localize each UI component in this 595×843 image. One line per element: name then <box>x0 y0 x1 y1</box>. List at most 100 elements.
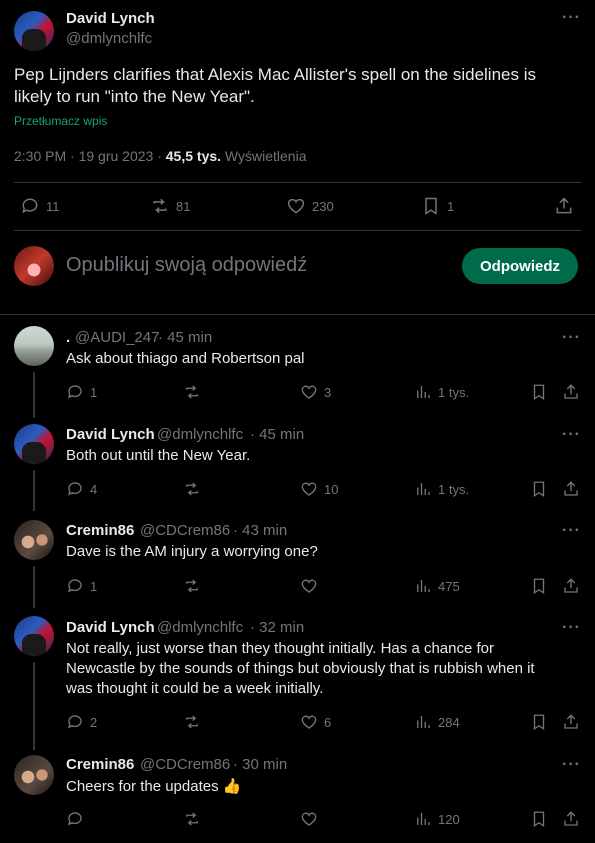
post-time[interactable]: · 45 min <box>250 426 304 443</box>
like-button[interactable] <box>300 577 324 595</box>
reply-button[interactable]: 2 <box>66 713 97 731</box>
bookmark-button[interactable] <box>530 810 548 828</box>
heart-icon <box>301 579 317 593</box>
reply-count: 2 <box>90 714 98 730</box>
views-count: 1 tys. <box>438 384 470 400</box>
avatar[interactable] <box>14 755 54 795</box>
views-icon <box>417 813 430 825</box>
like-count: 3 <box>324 384 332 400</box>
divider <box>14 230 581 231</box>
bookmark-button[interactable] <box>530 480 548 498</box>
views-button[interactable]: 475 <box>414 577 460 595</box>
repost-icon <box>186 482 198 496</box>
reply-input[interactable]: Opublikuj swoją odpowiedź <box>66 254 307 277</box>
share-button[interactable] <box>562 810 580 828</box>
avatar[interactable] <box>14 616 54 656</box>
bookmark-icon <box>425 197 437 215</box>
reply-icon <box>67 579 82 593</box>
reply-text: Ask about thiago and Robertson pal <box>66 350 305 367</box>
heart-icon <box>301 482 317 496</box>
reply-count: 1 <box>90 384 98 400</box>
more-options-icon[interactable]: ··· <box>562 9 581 27</box>
views-button[interactable]: 1 tys. <box>414 383 469 401</box>
more-options-icon[interactable]: ··· <box>562 426 581 444</box>
bookmark-button[interactable] <box>530 577 548 595</box>
author-handle[interactable]: @CDCrem86 <box>140 522 230 539</box>
author-handle[interactable]: @dmlynchlfc <box>157 426 243 443</box>
author-handle[interactable]: @CDCrem86 <box>140 756 230 773</box>
post-text: Pep Lijnders clarifies that Alexis Mac A… <box>14 65 536 106</box>
translate-link[interactable]: Przetłumacz wpis <box>14 114 107 128</box>
like-count: 10 <box>324 481 339 497</box>
author-name[interactable]: . <box>66 329 70 346</box>
more-options-icon[interactable]: ··· <box>562 522 581 540</box>
repost-button[interactable] <box>183 480 207 498</box>
divider <box>0 314 595 315</box>
thread-line <box>33 372 35 418</box>
repost-button[interactable]: 81 <box>150 196 190 216</box>
avatar[interactable] <box>14 326 54 366</box>
views-button[interactable]: 1 tys. <box>414 480 469 498</box>
views-button[interactable]: 120 <box>414 810 460 828</box>
author-name[interactable]: Cremin86 <box>66 522 134 539</box>
repost-button[interactable] <box>183 713 207 731</box>
reply-button[interactable]: 1 <box>66 577 97 595</box>
reply-button[interactable]: 11 <box>20 196 60 216</box>
author-name[interactable]: David Lynch <box>66 619 155 636</box>
like-button[interactable]: 3 <box>300 383 331 401</box>
author-name[interactable]: Cremin86 <box>66 756 134 773</box>
more-options-icon[interactable]: ··· <box>562 619 581 637</box>
author-handle[interactable]: @dmlynchlfc <box>66 30 152 47</box>
reply-icon <box>67 482 82 496</box>
views-count: 284 <box>438 714 460 730</box>
bookmark-button[interactable]: 1 <box>421 196 454 216</box>
repost-button[interactable] <box>183 383 207 401</box>
views-count: 45,5 tys. <box>165 148 222 164</box>
views-button[interactable]: 284 <box>414 713 460 731</box>
views-count: 1 tys. <box>438 481 470 497</box>
bookmark-icon <box>533 811 545 828</box>
more-options-icon[interactable]: ··· <box>562 329 581 347</box>
reply-submit-button[interactable]: Odpowiedz <box>462 248 578 284</box>
author-name[interactable]: David Lynch <box>66 426 155 443</box>
author-handle[interactable]: @AUDI_247 <box>75 329 159 346</box>
like-button[interactable]: 230 <box>286 196 334 216</box>
author-name[interactable]: David Lynch <box>66 10 155 27</box>
reply-icon <box>67 812 82 826</box>
bookmark-icon <box>533 384 545 401</box>
share-button[interactable] <box>562 383 580 401</box>
repost-button[interactable] <box>183 577 207 595</box>
repost-icon <box>186 812 198 826</box>
views-icon <box>417 483 430 495</box>
reply-icon <box>67 385 82 399</box>
author-handle[interactable]: @dmlynchlfc <box>157 619 243 636</box>
bookmark-button[interactable] <box>530 713 548 731</box>
avatar[interactable] <box>14 424 54 464</box>
share-button[interactable] <box>562 713 580 731</box>
like-button[interactable]: 6 <box>300 713 331 731</box>
share-button[interactable] <box>562 480 580 498</box>
like-button[interactable] <box>300 810 324 828</box>
post-time[interactable]: · 43 min <box>233 522 287 539</box>
reply-text: Dave is the AM injury a worrying one? <box>66 543 318 560</box>
thread-line <box>33 662 35 750</box>
share-button[interactable] <box>554 196 574 216</box>
post-time[interactable]: · 32 min <box>250 619 304 636</box>
reply-text: Both out until the New Year. <box>66 447 251 464</box>
reply-text-body: Cheers for the updates <box>66 778 219 795</box>
share-button[interactable] <box>562 577 580 595</box>
post-time[interactable]: · 45 min <box>158 329 212 346</box>
repost-button[interactable] <box>183 810 207 828</box>
repost-icon <box>186 579 198 593</box>
more-options-icon[interactable]: ··· <box>562 756 581 774</box>
post-time[interactable]: 2:30 PM · 19 gru 2023 · <box>14 148 162 164</box>
avatar[interactable] <box>14 520 54 560</box>
reply-button[interactable] <box>66 810 90 828</box>
post-time[interactable]: · 30 min <box>233 756 287 773</box>
avatar[interactable] <box>14 11 54 51</box>
reply-button[interactable]: 1 <box>66 383 97 401</box>
reply-button[interactable]: 4 <box>66 480 97 498</box>
like-button[interactable]: 10 <box>300 480 338 498</box>
bookmark-button[interactable] <box>530 383 548 401</box>
share-icon <box>564 481 578 496</box>
